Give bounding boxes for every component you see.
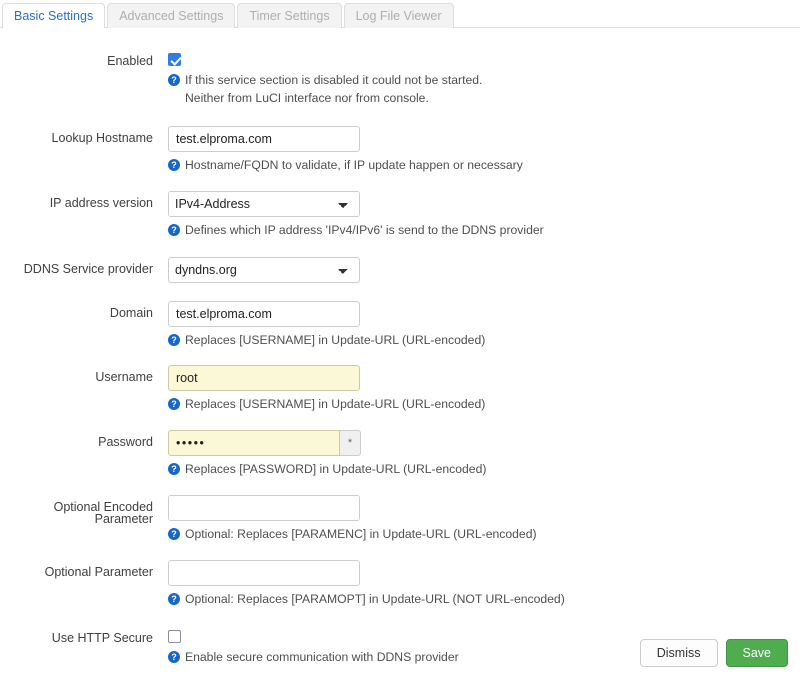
save-button[interactable]: Save [725,638,788,667]
field-row-ip-version: IP address version IPv4-Address ? Define… [0,175,800,240]
help-icon: ? [168,592,180,605]
label-lookup-hostname: Lookup Hostname [51,131,153,146]
http-secure-checkbox[interactable] [168,630,181,644]
help-icon: ? [168,651,180,664]
field-row-username: Username ? Replaces [USERNAME] in Update… [0,349,800,414]
tab-label: Log File Viewer [355,8,442,23]
password-input[interactable] [168,430,340,457]
password-reveal-button[interactable]: * [340,430,361,457]
help-text: Defines which IP address 'IPv4/IPv6' is … [185,223,544,238]
settings-tabbar: Basic Settings Advanced Settings Timer S… [0,0,800,28]
help-text: Replaces [USERNAME] in Update-URL (URL-e… [185,332,486,347]
param-opt-input[interactable] [168,559,360,586]
label-username: Username [95,370,153,385]
service-provider-select[interactable]: dyndns.org [168,256,360,283]
help-icon: ? [168,333,180,346]
help-text: Optional: Replaces [PARAMOPT] in Update-… [185,591,565,606]
field-row-lookup-hostname: Lookup Hostname ? Hostname/FQDN to valid… [0,107,800,175]
tab-advanced-settings[interactable]: Advanced Settings [107,2,236,28]
help-icon: ? [168,159,180,172]
domain-input[interactable] [168,300,360,327]
param-enc-input[interactable] [168,494,360,521]
label-ip-version: IP address version [49,196,153,211]
label-param-opt: Optional Parameter [44,564,153,579]
ddns-basic-settings-page: Basic Settings Advanced Settings Timer S… [0,0,800,675]
help-param-opt: ? Optional: Replaces [PARAMOPT] in Updat… [168,591,800,609]
footer-actions: Dismiss Save [639,638,788,667]
help-text: If this service section is disabled it c… [185,73,483,105]
help-username: ? Replaces [USERNAME] in Update-URL (URL… [168,396,800,414]
field-row-service-provider: DDNS Service provider dyndns.org [0,240,800,283]
label-service-provider: DDNS Service provider [23,261,153,276]
help-icon: ? [168,463,180,476]
tab-label: Timer Settings [249,8,330,23]
tab-basic-settings[interactable]: Basic Settings [2,2,106,28]
help-lookup-hostname: ? Hostname/FQDN to validate, if IP updat… [168,157,800,175]
help-icon: ? [168,74,180,86]
password-field-group: * [168,430,361,457]
help-password: ? Replaces [PASSWORD] in Update-URL (URL… [168,461,800,479]
label-password: Password [98,435,153,450]
enabled-checkbox[interactable] [168,53,181,67]
help-enabled: ? If this service section is disabled it… [168,72,800,107]
help-text: Hostname/FQDN to validate, if IP update … [185,158,523,173]
help-param-enc: ? Optional: Replaces [PARAMENC] in Updat… [168,526,800,544]
field-row-param-opt: Optional Parameter ? Optional: Replaces … [0,544,800,609]
help-text: Replaces [PASSWORD] in Update-URL (URL-e… [185,462,487,477]
help-ip-version: ? Defines which IP address 'IPv4/IPv6' i… [168,222,800,240]
help-text: Replaces [USERNAME] in Update-URL (URL-e… [185,397,486,412]
help-icon: ? [168,527,180,540]
label-enabled: Enabled [107,54,153,68]
field-row-domain: Domain ? Replaces [USERNAME] in Update-U… [0,283,800,350]
help-domain: ? Replaces [USERNAME] in Update-URL (URL… [168,332,800,350]
tab-log-file-viewer[interactable]: Log File Viewer [343,2,454,28]
username-input[interactable] [168,365,360,392]
label-http-secure: Use HTTP Secure [51,631,153,646]
ddns-settings-form: Enabled ? If this service section is dis… [0,28,800,667]
field-row-enabled: Enabled ? If this service section is dis… [0,28,800,107]
dismiss-button[interactable]: Dismiss [639,638,718,667]
ip-version-select[interactable]: IPv4-Address [168,191,360,218]
tab-label: Basic Settings [14,8,94,23]
field-row-password: Password * ? Replaces [PASSWORD] in Upda… [0,414,800,479]
help-text: Optional: Replaces [PARAMENC] in Update-… [185,526,537,541]
label-domain: Domain [109,305,153,320]
label-param-enc: Optional Encoded Parameter [53,499,153,527]
tab-label: Advanced Settings [119,8,224,23]
field-row-param-enc: Optional Encoded Parameter ? Optional: R… [0,479,800,544]
lookup-hostname-input[interactable] [168,126,360,153]
help-icon: ? [168,398,180,411]
help-icon: ? [168,224,180,237]
help-text: Enable secure communication with DDNS pr… [185,650,459,665]
tab-timer-settings[interactable]: Timer Settings [237,2,342,28]
